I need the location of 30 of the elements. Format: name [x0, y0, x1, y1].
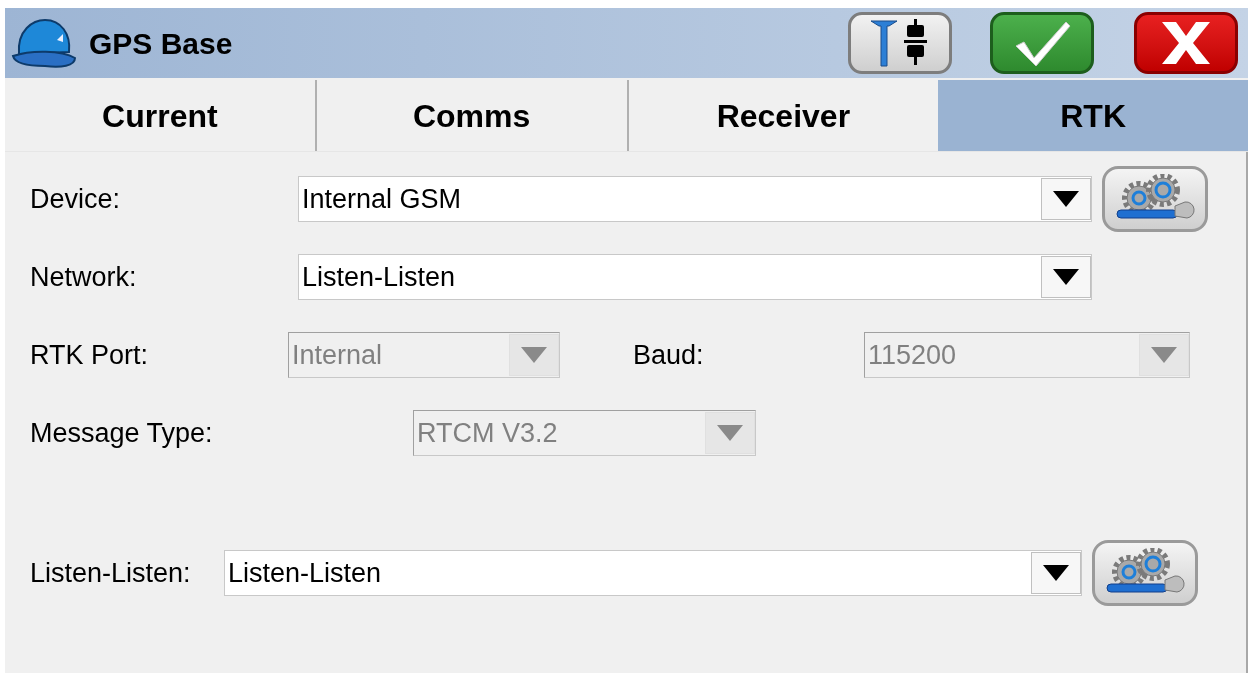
field-label: Network:	[30, 260, 138, 294]
hard-hat-icon	[11, 16, 77, 70]
confirm-button[interactable]	[990, 12, 1094, 74]
settings-button[interactable]	[1102, 166, 1208, 232]
field-label: Listen-Listen:	[30, 556, 192, 590]
field-label: RTK Port:	[30, 338, 150, 372]
settings-button[interactable]	[1092, 540, 1198, 606]
caret-icon	[705, 412, 755, 454]
dropdown-value: RTCM V3.2	[416, 416, 559, 450]
close-icon	[1160, 22, 1212, 64]
field-label: Device:	[30, 182, 122, 216]
field-label: Baud:	[633, 338, 705, 372]
dropdown-value: Listen-Listen	[227, 556, 383, 590]
field-label: Message Type:	[30, 416, 214, 450]
caret-icon	[509, 334, 559, 376]
window-title: GPS Base	[89, 25, 233, 62]
dropdown-field[interactable]: Internal GSM	[298, 176, 1092, 222]
cancel-button[interactable]	[1134, 12, 1238, 74]
dropdown-field[interactable]: Listen-Listen	[298, 254, 1092, 300]
dropdown-value: Internal	[291, 338, 384, 372]
dropdown-value: Internal GSM	[301, 182, 463, 216]
dropdown-value: Listen-Listen	[301, 260, 457, 294]
dropdown-value: 115200	[867, 338, 958, 372]
caret-icon	[1139, 334, 1189, 376]
caret-icon	[1041, 178, 1091, 220]
tab[interactable]: RTK	[938, 80, 1248, 151]
dropdown-field[interactable]: Listen-Listen	[224, 550, 1082, 596]
antenna-connector-button[interactable]	[848, 12, 952, 74]
caret-icon	[1041, 256, 1091, 298]
caret-icon	[1031, 552, 1081, 594]
